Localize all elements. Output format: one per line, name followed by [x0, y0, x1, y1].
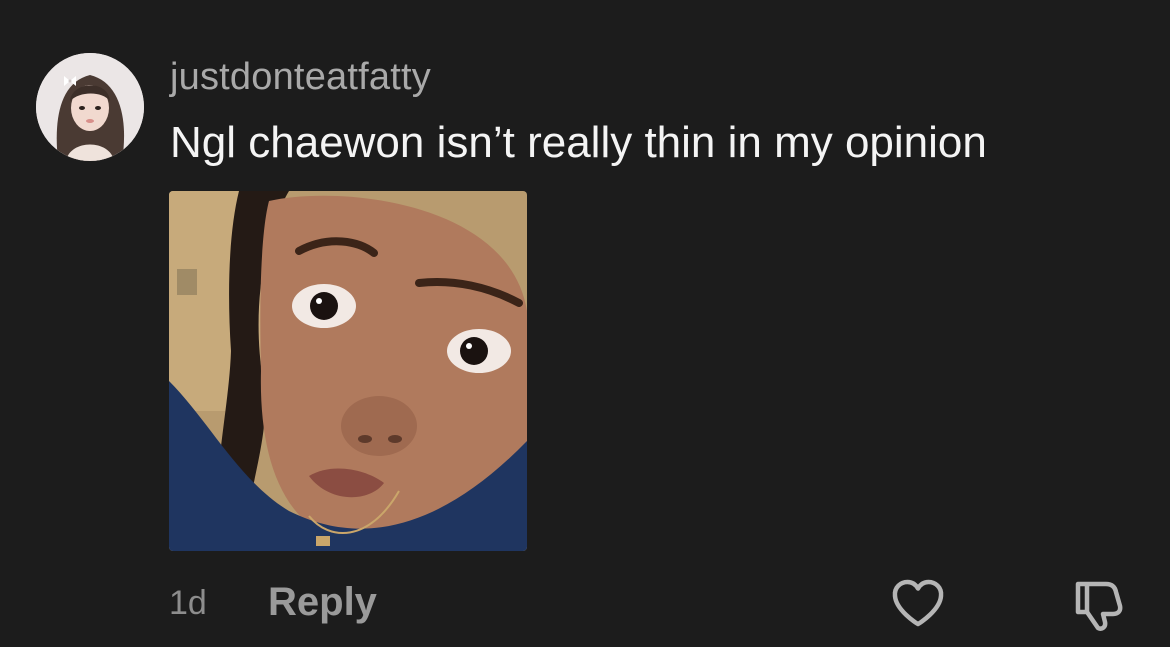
- user-avatar[interactable]: [36, 53, 144, 161]
- comment-item: justdonteatfatty Ngl chaewon isn’t reall…: [0, 0, 1170, 647]
- comment-timestamp: 1d: [169, 584, 207, 622]
- like-button[interactable]: [890, 578, 946, 630]
- heart-outline-icon: [892, 579, 944, 627]
- comment-text: Ngl chaewon isn’t really thin in my opin…: [170, 118, 987, 167]
- comment-image[interactable]: [169, 191, 527, 551]
- comment-username[interactable]: justdonteatfatty: [170, 56, 431, 99]
- dislike-button[interactable]: [1068, 576, 1126, 632]
- reply-button[interactable]: Reply: [268, 580, 377, 625]
- thumbs-down-outline-icon: [1075, 581, 1123, 631]
